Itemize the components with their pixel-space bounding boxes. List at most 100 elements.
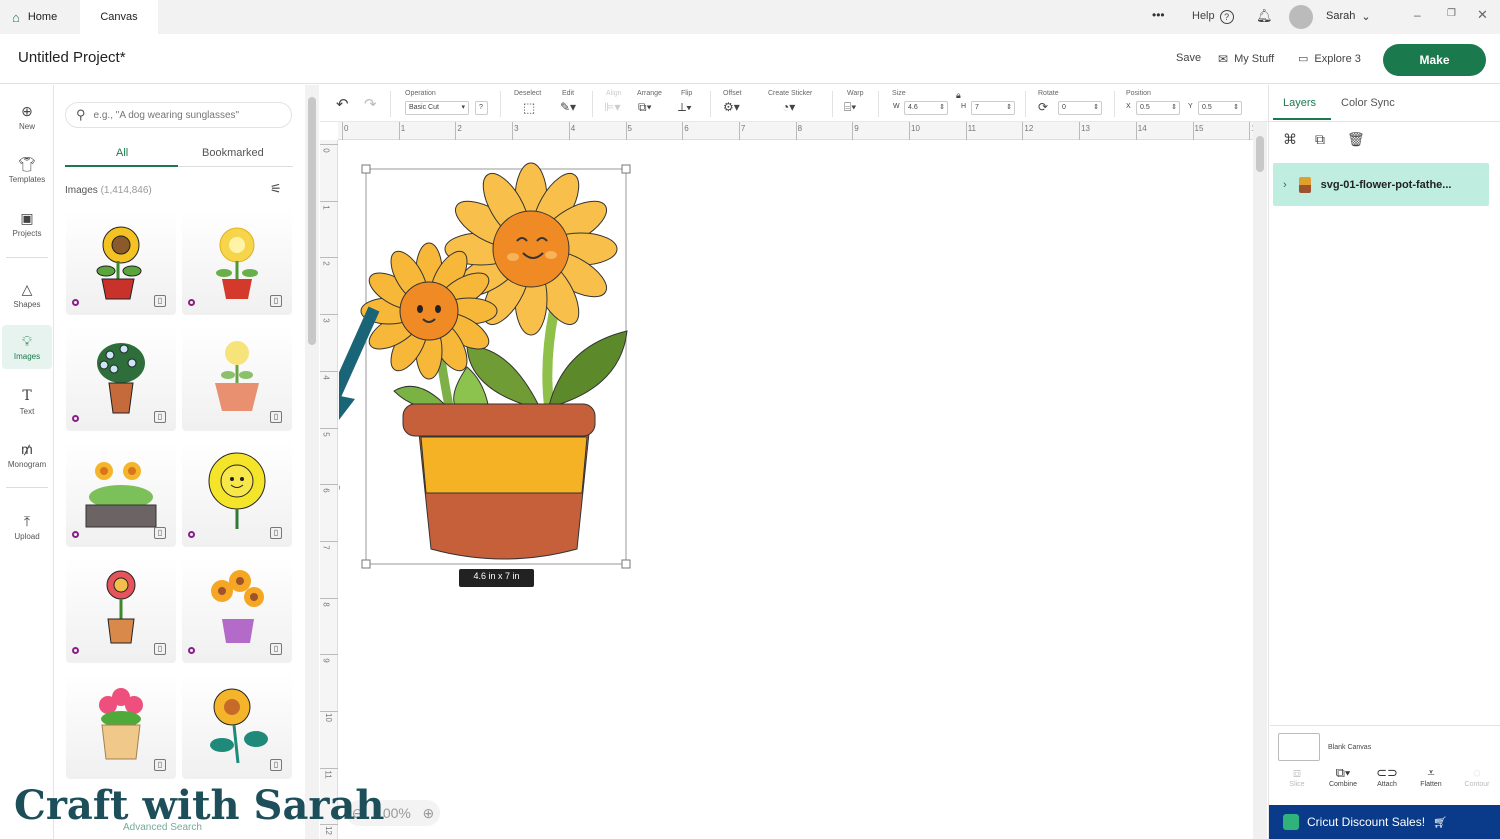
bookmark-icon[interactable]: ▯ bbox=[270, 295, 282, 307]
combine-button[interactable]: ⧉▾ Combine bbox=[1321, 765, 1365, 788]
sticker-icon[interactable]: ◔▾ bbox=[782, 100, 795, 114]
duplicate-icon[interactable]: ⧉ bbox=[1315, 131, 1325, 148]
maximize-button[interactable]: ❐ bbox=[1447, 8, 1456, 19]
nav-shapes[interactable]: △ Shapes bbox=[2, 273, 52, 317]
ruler-label: 3 bbox=[321, 318, 331, 323]
flip-icon[interactable]: ⟂▾ bbox=[678, 100, 692, 115]
redo-icon[interactable]: ↷ bbox=[364, 95, 377, 113]
image-tile[interactable]: ▯ bbox=[66, 673, 176, 779]
save-button[interactable]: Save bbox=[1176, 52, 1201, 64]
align-icon[interactable]: ⊫▾ bbox=[604, 100, 620, 114]
attach-button[interactable]: ⊂⊃ Attach bbox=[1365, 765, 1409, 788]
nav-text[interactable]: T Text bbox=[2, 380, 52, 424]
blank-canvas-swatch[interactable] bbox=[1278, 733, 1320, 761]
blank-canvas-row[interactable]: Blank Canvas bbox=[1270, 725, 1500, 763]
arrange-icon[interactable]: ⧉▾ bbox=[638, 100, 652, 115]
width-value: 4.6 bbox=[908, 104, 918, 111]
bookmark-icon[interactable]: ▯ bbox=[154, 527, 166, 539]
tab-canvas[interactable]: Canvas bbox=[80, 0, 158, 34]
ruler-label: 7 bbox=[321, 545, 331, 550]
search-box[interactable]: ⚲ bbox=[65, 102, 292, 128]
contour-button[interactable]: ◌ Contour bbox=[1455, 765, 1499, 788]
deselect-icon[interactable]: ⬚ bbox=[523, 100, 535, 116]
design-canvas[interactable]: 4.6 in x 7 in ‹ ☝ bbox=[339, 141, 1253, 839]
chevron-right-icon[interactable]: › bbox=[1283, 179, 1287, 191]
premium-dot bbox=[188, 299, 195, 306]
height-input[interactable]: 7 ⇕ bbox=[971, 101, 1015, 115]
contour-label: Contour bbox=[1464, 781, 1490, 788]
operation-select[interactable]: Basic Cut ▾ bbox=[405, 101, 469, 115]
image-tile[interactable]: ▯ bbox=[182, 673, 292, 779]
warp-icon[interactable]: ⌸▾ bbox=[844, 100, 856, 115]
images-count: (1,414,846) bbox=[100, 185, 152, 196]
avatar[interactable] bbox=[1289, 5, 1313, 29]
bookmark-icon[interactable]: ▯ bbox=[154, 411, 166, 423]
discount-banner[interactable]: Cricut Discount Sales! 🛒︎ bbox=[1269, 805, 1500, 839]
nav-upload[interactable]: ⤒ Upload bbox=[2, 505, 52, 549]
flatten-button[interactable]: ⩡ Flatten bbox=[1409, 765, 1453, 788]
ruler-label: 9 bbox=[854, 124, 859, 133]
undo-icon[interactable]: ↶ bbox=[336, 95, 349, 113]
rotate-value: 0 bbox=[1062, 104, 1066, 111]
tab-layers[interactable]: Layers bbox=[1283, 97, 1316, 109]
ruler-label: 7 bbox=[740, 124, 746, 133]
rotate-input[interactable]: 0 ⇕ bbox=[1058, 101, 1102, 115]
help-label: Help bbox=[1192, 10, 1215, 22]
bookmark-icon[interactable]: ▯ bbox=[270, 759, 282, 771]
my-stuff-button[interactable]: ✉ My Stuff bbox=[1218, 52, 1274, 66]
machine-select-button[interactable]: ▭ Explore 3 bbox=[1298, 52, 1361, 66]
canvas-scrollbar[interactable] bbox=[1253, 122, 1267, 839]
nav-monogram[interactable]: ₥ Monogram bbox=[2, 433, 52, 477]
image-tile[interactable]: ▯ bbox=[182, 325, 292, 431]
tab-bookmarked[interactable]: Bookmarked bbox=[202, 147, 264, 159]
tab-all[interactable]: All bbox=[116, 147, 128, 159]
bookmark-icon[interactable]: ▯ bbox=[154, 643, 166, 655]
filter-icon[interactable]: ⚟ bbox=[270, 181, 282, 197]
minimize-button[interactable]: – bbox=[1414, 8, 1421, 22]
lock-icon[interactable]: 🔒︎ bbox=[956, 90, 961, 101]
bookmark-icon[interactable]: ▯ bbox=[154, 295, 166, 307]
image-tile[interactable]: ▯ bbox=[66, 325, 176, 431]
search-input[interactable] bbox=[93, 109, 274, 121]
slice-button[interactable]: ⧈ Slice bbox=[1275, 765, 1319, 788]
x-position-input[interactable]: 0.5 ⇕ bbox=[1136, 101, 1180, 115]
user-menu[interactable]: Sarah ⌄ bbox=[1326, 10, 1371, 23]
layer-row[interactable]: › svg-01-flower-pot-fathe... bbox=[1273, 163, 1489, 206]
width-input[interactable]: 4.6 ⇕ bbox=[904, 101, 948, 115]
bookmark-icon[interactable]: ▯ bbox=[270, 643, 282, 655]
nav-templates[interactable]: 👕︎ Templates bbox=[2, 148, 52, 192]
trash-icon[interactable]: 🗑︎ bbox=[1347, 131, 1365, 148]
rotate-icon[interactable]: ⟳ bbox=[1038, 100, 1048, 114]
ruler-label: 14 bbox=[1137, 124, 1147, 133]
more-options-button[interactable]: ••• bbox=[1152, 8, 1165, 22]
edit-icon[interactable]: ✎▾ bbox=[560, 100, 576, 114]
group-icon[interactable]: ⌘ bbox=[1283, 131, 1297, 148]
zoom-in-icon[interactable]: ⊕ bbox=[422, 805, 434, 822]
image-tile[interactable]: ▯ bbox=[66, 557, 176, 663]
bookmark-icon[interactable]: ▯ bbox=[270, 527, 282, 539]
nav-projects[interactable]: ▣ Projects bbox=[2, 202, 52, 246]
operation-help-icon[interactable]: ? bbox=[475, 101, 488, 115]
close-window-button[interactable]: ✕ bbox=[1477, 7, 1488, 23]
scrollbar-thumb[interactable] bbox=[308, 97, 316, 345]
nav-new[interactable]: ⊕ New bbox=[2, 95, 52, 139]
bookmark-icon[interactable]: ▯ bbox=[154, 759, 166, 771]
y-position-input[interactable]: 0.5 ⇕ bbox=[1198, 101, 1242, 115]
bookmark-icon[interactable]: ▯ bbox=[270, 411, 282, 423]
image-tile[interactable]: ▯ bbox=[66, 441, 176, 547]
tab-color-sync[interactable]: Color Sync bbox=[1341, 97, 1395, 109]
nav-images[interactable]: 💡︎ Images bbox=[2, 325, 52, 369]
image-tile[interactable]: ▯ bbox=[182, 557, 292, 663]
make-button[interactable]: Make bbox=[1383, 44, 1486, 76]
tab-home[interactable]: ⌂ Home bbox=[12, 0, 57, 34]
scrollbar-thumb[interactable] bbox=[1256, 136, 1264, 172]
premium-dot bbox=[72, 647, 79, 654]
project-title[interactable]: Untitled Project* bbox=[18, 49, 126, 66]
image-tile[interactable]: ▯ bbox=[182, 441, 292, 547]
offset-icon[interactable]: ⚙▾ bbox=[723, 100, 740, 114]
image-tile[interactable]: ▯ bbox=[182, 209, 292, 315]
image-tile[interactable]: ▯ bbox=[66, 209, 176, 315]
help-button[interactable]: Help ? bbox=[1192, 10, 1234, 24]
notification-bell-icon[interactable]: 🔔︎ bbox=[1256, 8, 1273, 24]
panel-scrollbar[interactable] bbox=[305, 85, 319, 839]
